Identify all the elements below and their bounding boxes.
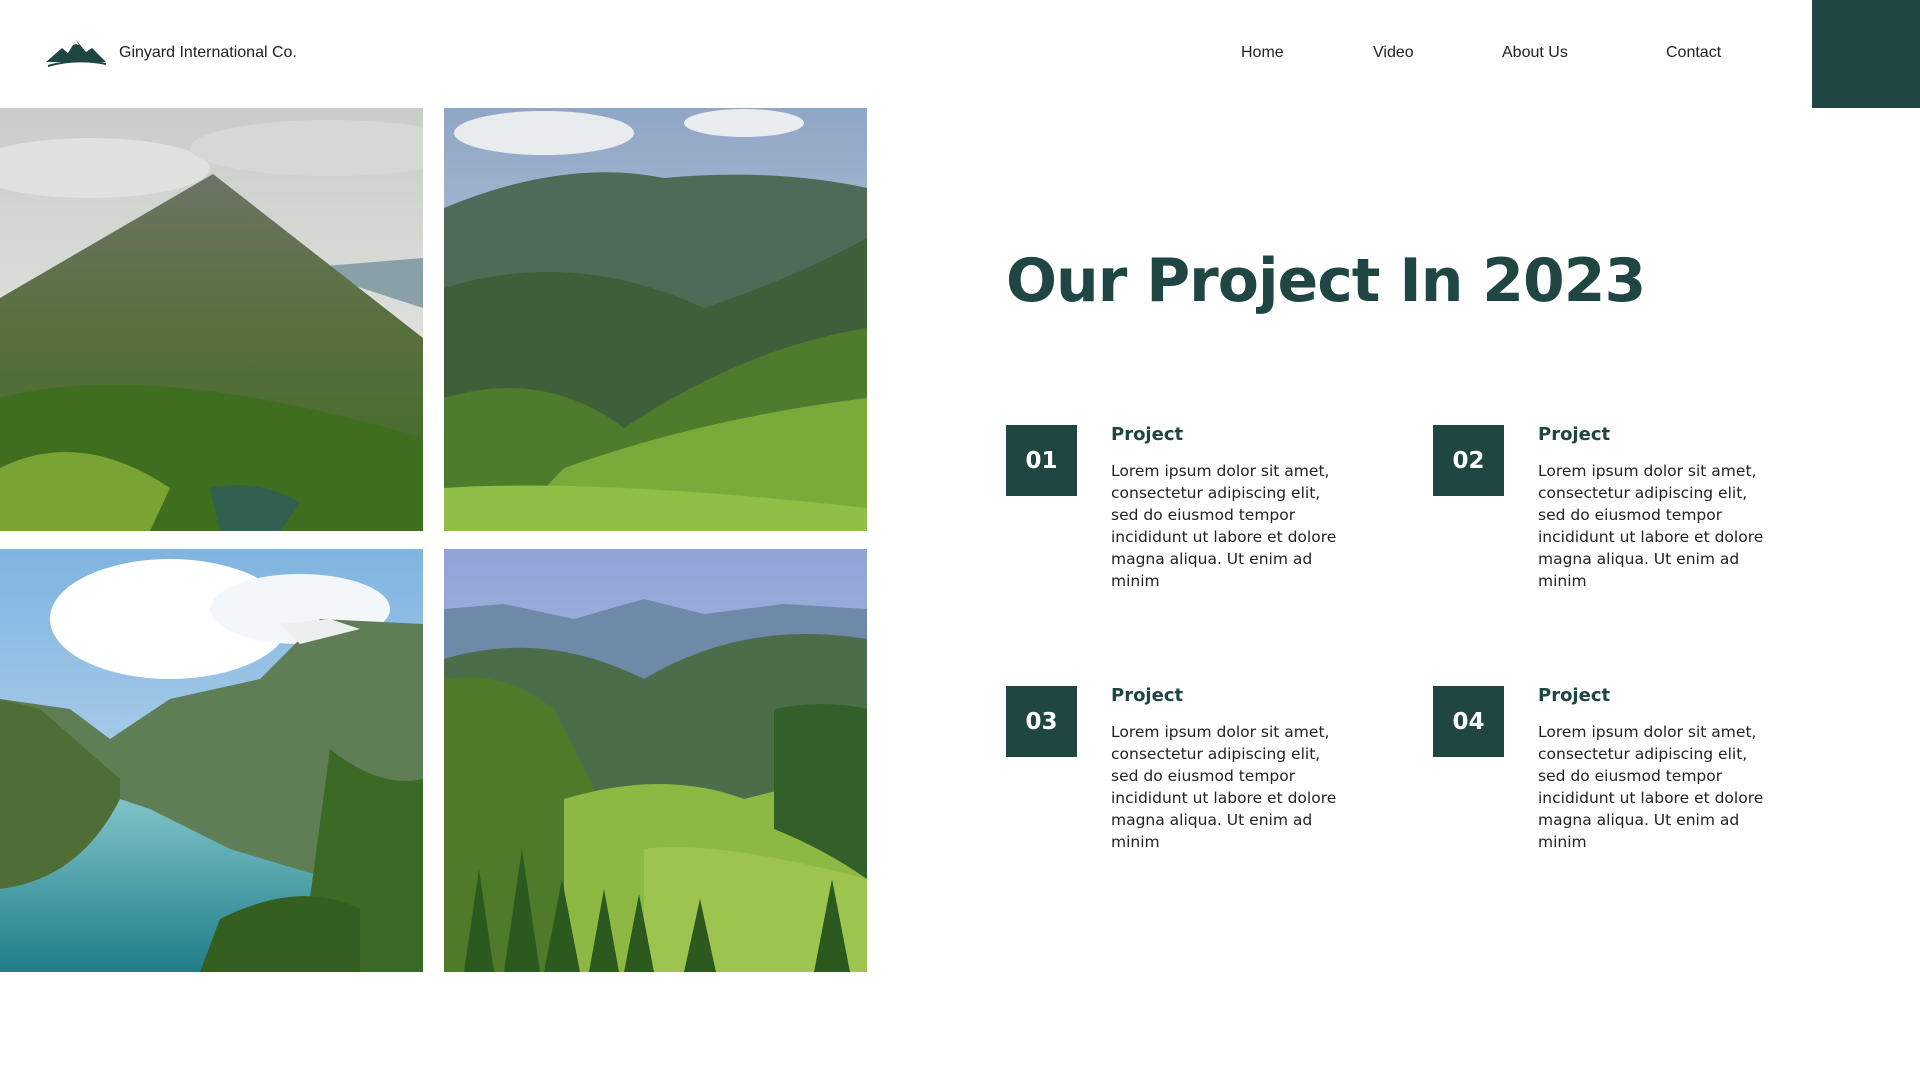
- mountain-valley-photo: [444, 108, 867, 531]
- nav-contact-link[interactable]: Contact: [1666, 44, 1721, 62]
- page-title: Our Project In 2023: [1006, 246, 1646, 316]
- project-title: Project: [1538, 424, 1611, 445]
- brand-name[interactable]: Ginyard International Co.: [119, 44, 297, 62]
- nav-home-link[interactable]: Home: [1241, 44, 1284, 62]
- project-description: Lorem ipsum dolor sit amet, consectetur …: [1538, 723, 1764, 851]
- fjord-river-photo: [0, 549, 423, 972]
- nav-about-link[interactable]: About Us: [1502, 44, 1568, 62]
- project-title: Project: [1111, 685, 1184, 706]
- alpine-forest-photo: [444, 549, 867, 972]
- project-number-badge: 04: [1433, 686, 1504, 757]
- project-number-badge: 01: [1006, 425, 1077, 496]
- project-number-badge: 03: [1006, 686, 1077, 757]
- project-description: Lorem ipsum dolor sit amet, consectetur …: [1111, 462, 1337, 590]
- project-description: Lorem ipsum dolor sit amet, consectetur …: [1111, 723, 1337, 851]
- project-title: Project: [1111, 424, 1184, 445]
- corner-accent-block: [1812, 0, 1920, 108]
- project-number-badge: 02: [1433, 425, 1504, 496]
- mountain-logo-icon: [46, 40, 107, 67]
- project-description: Lorem ipsum dolor sit amet, consectetur …: [1538, 462, 1764, 590]
- nav-video-link[interactable]: Video: [1373, 44, 1414, 62]
- project-title: Project: [1538, 685, 1611, 706]
- mountain-peak-photo: [0, 108, 423, 531]
